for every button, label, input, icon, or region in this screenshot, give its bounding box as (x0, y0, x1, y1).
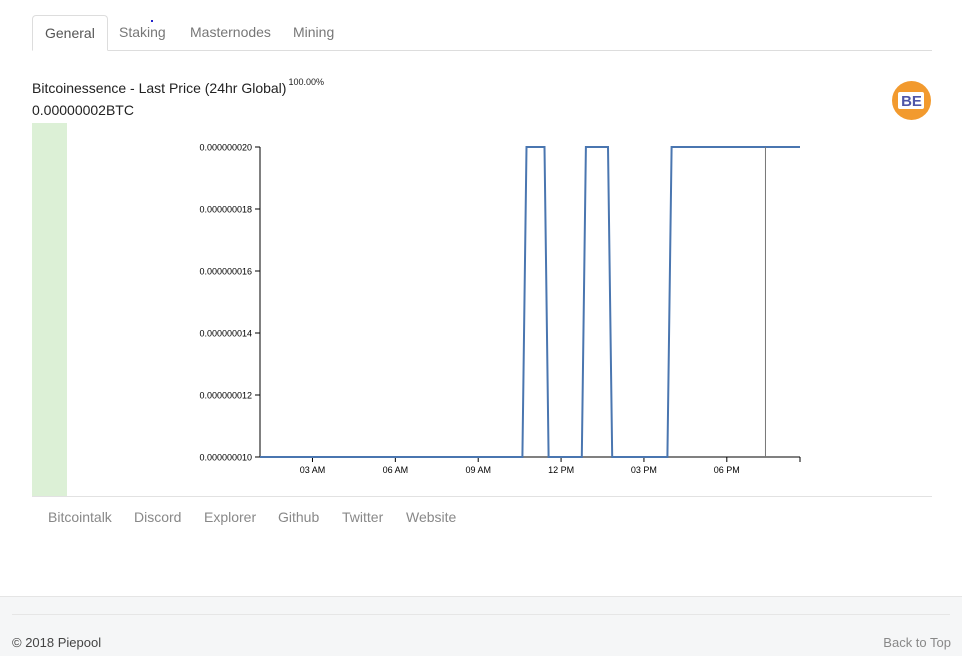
price-chart[interactable]: 0.000000020 0.000000018 0.000000016 0.00000… (150, 123, 810, 496)
tab-mining[interactable]: Mining (281, 15, 346, 50)
y-tick-label: 0.000000020 (199, 143, 252, 153)
x-tick-label: 06 AM (383, 465, 409, 475)
link-website[interactable]: Website (406, 509, 456, 525)
last-price-value: 0.00000002BTC (32, 102, 134, 118)
copyright: © 2018 Piepool (12, 635, 102, 650)
price-title: Bitcoinessence - Last Price (24hr Global… (32, 77, 324, 96)
price-change: 100.00% (288, 77, 324, 87)
tab-bar: General Staking Masternodes Mining (32, 15, 932, 51)
tab-masternodes[interactable]: Masternodes (178, 15, 283, 50)
x-tick-label: 09 AM (465, 465, 491, 475)
y-tick-label: 0.000000012 (199, 391, 252, 401)
coin-logo: BE (892, 81, 931, 120)
y-tick-label: 0.000000010 (199, 453, 252, 463)
link-discord[interactable]: Discord (134, 509, 181, 525)
x-tick-label: 03 PM (631, 465, 657, 475)
link-github[interactable]: Github (278, 509, 319, 525)
tab-general[interactable]: General (32, 15, 108, 51)
x-tick-label: 12 PM (548, 465, 574, 475)
y-tick-label: 0.000000014 (199, 329, 252, 339)
price-title-text: Bitcoinessence - Last Price (24hr Global… (32, 80, 287, 96)
coin-logo-text: BE (901, 93, 922, 110)
x-tick-label: 03 AM (300, 465, 326, 475)
page-footer: © 2018 Piepool Back to Top (0, 596, 962, 656)
tab-staking[interactable]: Staking (107, 15, 178, 50)
back-to-top-link[interactable]: Back to Top (883, 635, 951, 650)
x-tick-label: 06 PM (714, 465, 740, 475)
price-line (260, 146, 800, 458)
chart-side-bar (32, 123, 67, 496)
divider (32, 496, 932, 497)
link-explorer[interactable]: Explorer (204, 509, 256, 525)
y-tick-label: 0.000000016 (199, 267, 252, 277)
footer-rule (12, 614, 950, 615)
focus-dot (151, 20, 153, 22)
link-twitter[interactable]: Twitter (342, 509, 383, 525)
link-bitcointalk[interactable]: Bitcointalk (48, 509, 112, 525)
y-tick-label: 0.000000018 (199, 205, 252, 215)
